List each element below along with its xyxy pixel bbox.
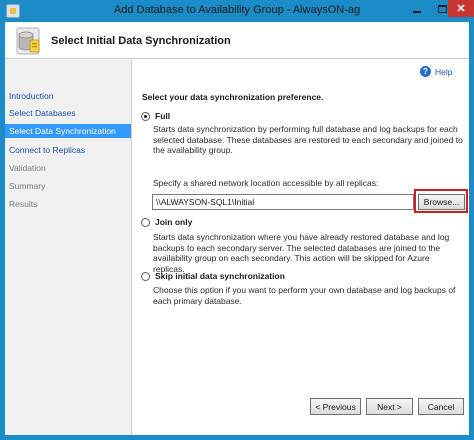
- share-location-input[interactable]: [152, 194, 414, 210]
- help-label: Help: [435, 66, 453, 77]
- full-radio-label[interactable]: Full: [155, 111, 170, 121]
- option-full[interactable]: Full: [141, 111, 170, 121]
- sync-preference-prompt: Select your data synchronization prefere…: [142, 92, 324, 102]
- full-radio[interactable]: [141, 111, 150, 121]
- page-title: Select Initial Data Synchronization: [51, 35, 231, 47]
- window-title: Add Database to Availability Group - Alw…: [113, 4, 361, 16]
- nav-item-validation: Validation: [9, 163, 46, 173]
- browse-button[interactable]: Browse...: [418, 194, 465, 210]
- share-location-label: Specify a shared network location access…: [153, 178, 379, 188]
- nav-item-select-databases[interactable]: Select Databases: [5, 106, 131, 120]
- nav-item-results: Results: [9, 199, 38, 209]
- help-icon: ?: [420, 66, 431, 77]
- join-only-radio-label[interactable]: Join only: [155, 217, 192, 227]
- help-link[interactable]: ? Help: [420, 66, 452, 77]
- skip-sync-radio-label[interactable]: Skip initial data synchronization: [155, 271, 285, 281]
- option-join-only[interactable]: Join only: [141, 217, 192, 227]
- nav-item-select-data-synchronization[interactable]: Select Data Synchronization: [5, 124, 131, 138]
- wizard-nav: Introduction Select Databases Select Dat…: [5, 60, 132, 435]
- skip-sync-radio[interactable]: [141, 271, 150, 281]
- wizard-client-area: Select Initial Data Synchronization Intr…: [5, 22, 469, 435]
- maximize-icon: [437, 4, 447, 13]
- database-icon: [16, 27, 40, 55]
- join-only-description: Starts data synchronization where you ha…: [153, 232, 450, 274]
- previous-button[interactable]: < Previous: [310, 398, 361, 415]
- nav-item-introduction[interactable]: Introduction: [5, 89, 131, 103]
- wizard-content: ? Help Select your data synchronization …: [133, 60, 469, 435]
- nav-item-connect-to-replicas[interactable]: Connect to Replicas: [5, 143, 131, 157]
- cancel-button[interactable]: Cancel: [418, 398, 464, 415]
- wizard-window: Add Database to Availability Group - Alw…: [0, 0, 474, 440]
- minimize-button[interactable]: [404, 0, 430, 17]
- next-button[interactable]: Next >: [366, 398, 413, 415]
- minimize-icon: [413, 10, 421, 13]
- full-description: Starts data synchronization by performin…: [153, 124, 463, 155]
- join-only-radio[interactable]: [141, 217, 150, 227]
- close-button[interactable]: ✕: [448, 0, 474, 17]
- nav-item-summary: Summary: [9, 181, 46, 191]
- close-icon: ✕: [456, 3, 466, 15]
- wizard-header: Select Initial Data Synchronization: [5, 22, 469, 59]
- title-bar[interactable]: Add Database to Availability Group - Alw…: [0, 0, 474, 22]
- skip-sync-description: Choose this option if you want to perfor…: [153, 285, 456, 306]
- option-skip-sync[interactable]: Skip initial data synchronization: [141, 271, 285, 281]
